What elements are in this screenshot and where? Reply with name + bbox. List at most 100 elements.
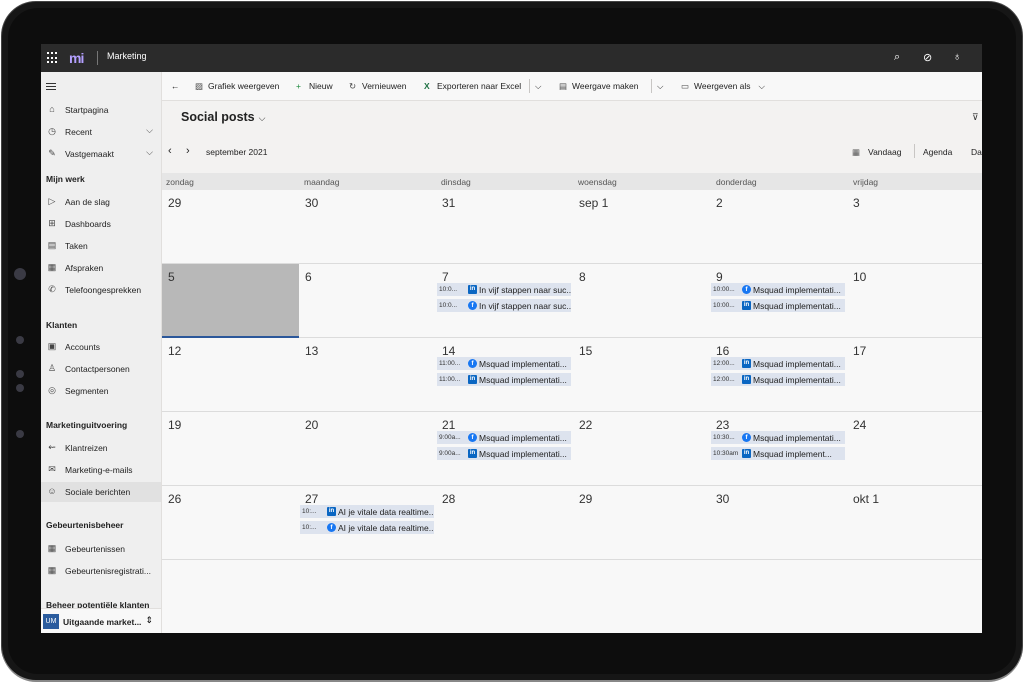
day-number[interactable]: 19 xyxy=(168,418,181,432)
task-check-icon[interactable]: ⊘ xyxy=(923,51,932,64)
app-launcher-icon[interactable] xyxy=(47,52,59,64)
export-excel-button[interactable]: X Exporteren naar Excel xyxy=(424,81,521,91)
day-number[interactable]: 22 xyxy=(579,418,592,432)
day-number[interactable]: 3 xyxy=(853,196,860,210)
day-number[interactable]: 20 xyxy=(305,418,318,432)
day-number[interactable]: 30 xyxy=(305,196,318,210)
calendar-day-cell[interactable]: 19 xyxy=(162,412,299,486)
calendar-day-cell[interactable]: 10 xyxy=(847,264,982,338)
calendar-day-cell[interactable]: sep 1 xyxy=(573,190,710,264)
day-number[interactable]: 16 xyxy=(716,344,729,358)
calendar-event[interactable]: 10:30... f Msquad implementati... xyxy=(711,431,845,444)
day-number[interactable]: 6 xyxy=(305,270,312,284)
previous-month-button[interactable]: ‹ xyxy=(168,145,172,157)
calendar-event[interactable]: 11:00... f Msquad implementati... xyxy=(437,357,571,370)
day-number[interactable]: 8 xyxy=(579,270,586,284)
calendar-day-cell[interactable]: okt 1 xyxy=(847,486,982,560)
sidebar-item-telefoongesprekken[interactable]: ✆ Telefoongesprekken xyxy=(41,280,161,300)
calendar-day-cell[interactable]: 30 xyxy=(710,486,847,560)
calendar-event[interactable]: 12:00... in Msquad implementati... xyxy=(711,357,845,370)
calendar-day-cell[interactable]: 29 xyxy=(162,190,299,264)
search-icon[interactable]: ⌕ xyxy=(894,51,900,64)
calendar-event[interactable]: 10:30am in Msquad implement... xyxy=(711,447,845,460)
calendar-day-cell[interactable]: 26 xyxy=(162,486,299,560)
sidebar-item-contactpersonen[interactable]: ♙ Contactpersonen xyxy=(41,359,161,379)
sidebar-item-segmenten[interactable]: ◎ Segmenten xyxy=(41,381,161,401)
day-number[interactable]: 17 xyxy=(853,344,866,358)
day-number[interactable]: 2 xyxy=(716,196,723,210)
calendar-event[interactable]: 10:00... f Msquad implementati... xyxy=(711,283,845,296)
chevron-down-icon[interactable]: ⌵ xyxy=(146,125,153,136)
day-number[interactable]: 29 xyxy=(168,196,181,210)
calendar-event[interactable]: 9:00a... in Msquad implementati... xyxy=(437,447,571,460)
calendar-day-cell[interactable]: 13 xyxy=(299,338,436,412)
sidebar-item-aan-de-slag[interactable]: ▷ Aan de slag xyxy=(41,192,161,212)
calendar-day-cell[interactable]: 22 xyxy=(573,412,710,486)
day-number[interactable]: 12 xyxy=(168,344,181,358)
sidebar-item-taken[interactable]: ▤ Taken xyxy=(41,236,161,256)
calendar-day-cell[interactable]: 2 xyxy=(710,190,847,264)
sidebar-item-afspraken[interactable]: ▦ Afspraken xyxy=(41,258,161,278)
calendar-event[interactable]: 9:00a... f Msquad implementati... xyxy=(437,431,571,444)
hamburger-menu-icon[interactable] xyxy=(46,83,56,92)
more-chevron-icon[interactable]: ⌵ xyxy=(657,81,663,92)
calendar-event[interactable]: 11:00... in Msquad implementati... xyxy=(437,373,571,386)
next-month-button[interactable]: › xyxy=(186,145,190,157)
sidebar-item-recent[interactable]: ◷ Recent ⌵ xyxy=(41,122,161,142)
calendar-event[interactable]: 10:0... f In vijf stappen naar suc... xyxy=(437,299,571,312)
sidebar-item-gebeurtenisregistraties[interactable]: ▦ Gebeurtenisregistrati... xyxy=(41,561,161,581)
day-number[interactable]: 13 xyxy=(305,344,318,358)
sidebar-item-vastgemaakt[interactable]: ✎ Vastgemaakt ⌵ xyxy=(41,144,161,164)
calendar-day-cell[interactable]: 5 xyxy=(162,264,299,338)
sidebar-item-accounts[interactable]: ▣ Accounts xyxy=(41,337,161,357)
calendar-day-cell[interactable]: 29 xyxy=(573,486,710,560)
calendar-day-cell[interactable]: 17 xyxy=(847,338,982,412)
area-switcher[interactable]: UM Uitgaande market... ⇕ xyxy=(41,608,161,633)
sidebar-item-startpagina[interactable]: ⌂ Startpagina xyxy=(41,100,161,120)
show-chart-button[interactable]: ▨ Grafiek weergeven xyxy=(195,81,279,92)
day-number[interactable]: 29 xyxy=(579,492,592,506)
day-button[interactable]: Da xyxy=(971,147,982,157)
sidebar-item-marketing-e-mails[interactable]: ✉ Marketing-e-mails xyxy=(41,460,161,480)
day-number[interactable]: 26 xyxy=(168,492,181,506)
day-number[interactable]: okt 1 xyxy=(853,492,879,506)
day-number[interactable]: 14 xyxy=(442,344,455,358)
calendar-day-cell[interactable]: 8 xyxy=(573,264,710,338)
refresh-button[interactable]: ↻ Vernieuwen xyxy=(349,81,406,92)
calendar-event[interactable]: 10:... in AI je vitale data realtime... xyxy=(300,505,434,518)
create-view-button[interactable]: ▤ Weergave maken xyxy=(559,81,638,92)
chevron-down-icon[interactable]: ⌵ xyxy=(146,147,153,158)
view-selector[interactable]: Social posts ⌵ xyxy=(181,110,265,124)
sidebar-item-klantreizen[interactable]: ⇜ Klantreizen xyxy=(41,438,161,458)
day-number[interactable]: 27 xyxy=(305,492,318,506)
day-number[interactable]: 15 xyxy=(579,344,592,358)
day-number[interactable]: 21 xyxy=(442,418,455,432)
day-number[interactable]: 7 xyxy=(442,270,449,284)
day-number[interactable]: 28 xyxy=(442,492,455,506)
today-button[interactable]: ▦ Vandaag xyxy=(852,147,901,158)
agenda-button[interactable]: Agenda xyxy=(923,147,952,157)
calendar-day-cell[interactable]: 3 xyxy=(847,190,982,264)
back-button[interactable]: ← xyxy=(171,81,180,91)
filter-icon[interactable]: ⊽ xyxy=(972,112,979,123)
sidebar-item-sociale-berichten[interactable]: ☺ Sociale berichten xyxy=(41,482,161,502)
calendar-event[interactable]: 10:00... in Msquad implementati... xyxy=(711,299,845,312)
day-number[interactable]: sep 1 xyxy=(579,196,608,210)
day-number[interactable]: 10 xyxy=(853,270,866,284)
lightbulb-icon[interactable]: ♁ xyxy=(953,51,961,63)
day-number[interactable]: 23 xyxy=(716,418,729,432)
calendar-day-cell[interactable]: 31 xyxy=(436,190,573,264)
day-number[interactable]: 30 xyxy=(716,492,729,506)
calendar-event[interactable]: 10:... f AI je vitale data realtime... xyxy=(300,521,434,534)
day-number[interactable]: 5 xyxy=(168,270,175,284)
calendar-day-cell[interactable]: 6 xyxy=(299,264,436,338)
day-number[interactable]: 31 xyxy=(442,196,455,210)
day-number[interactable]: 24 xyxy=(853,418,866,432)
calendar-event[interactable]: 12:00... in Msquad implementati... xyxy=(711,373,845,386)
sidebar-item-dashboards[interactable]: ⊞ Dashboards xyxy=(41,214,161,234)
calendar-day-cell[interactable]: 28 xyxy=(436,486,573,560)
calendar-day-cell[interactable]: 30 xyxy=(299,190,436,264)
calendar-day-cell[interactable]: 20 xyxy=(299,412,436,486)
more-chevron-icon[interactable]: ⌵ xyxy=(535,81,541,92)
calendar-day-cell[interactable]: 24 xyxy=(847,412,982,486)
